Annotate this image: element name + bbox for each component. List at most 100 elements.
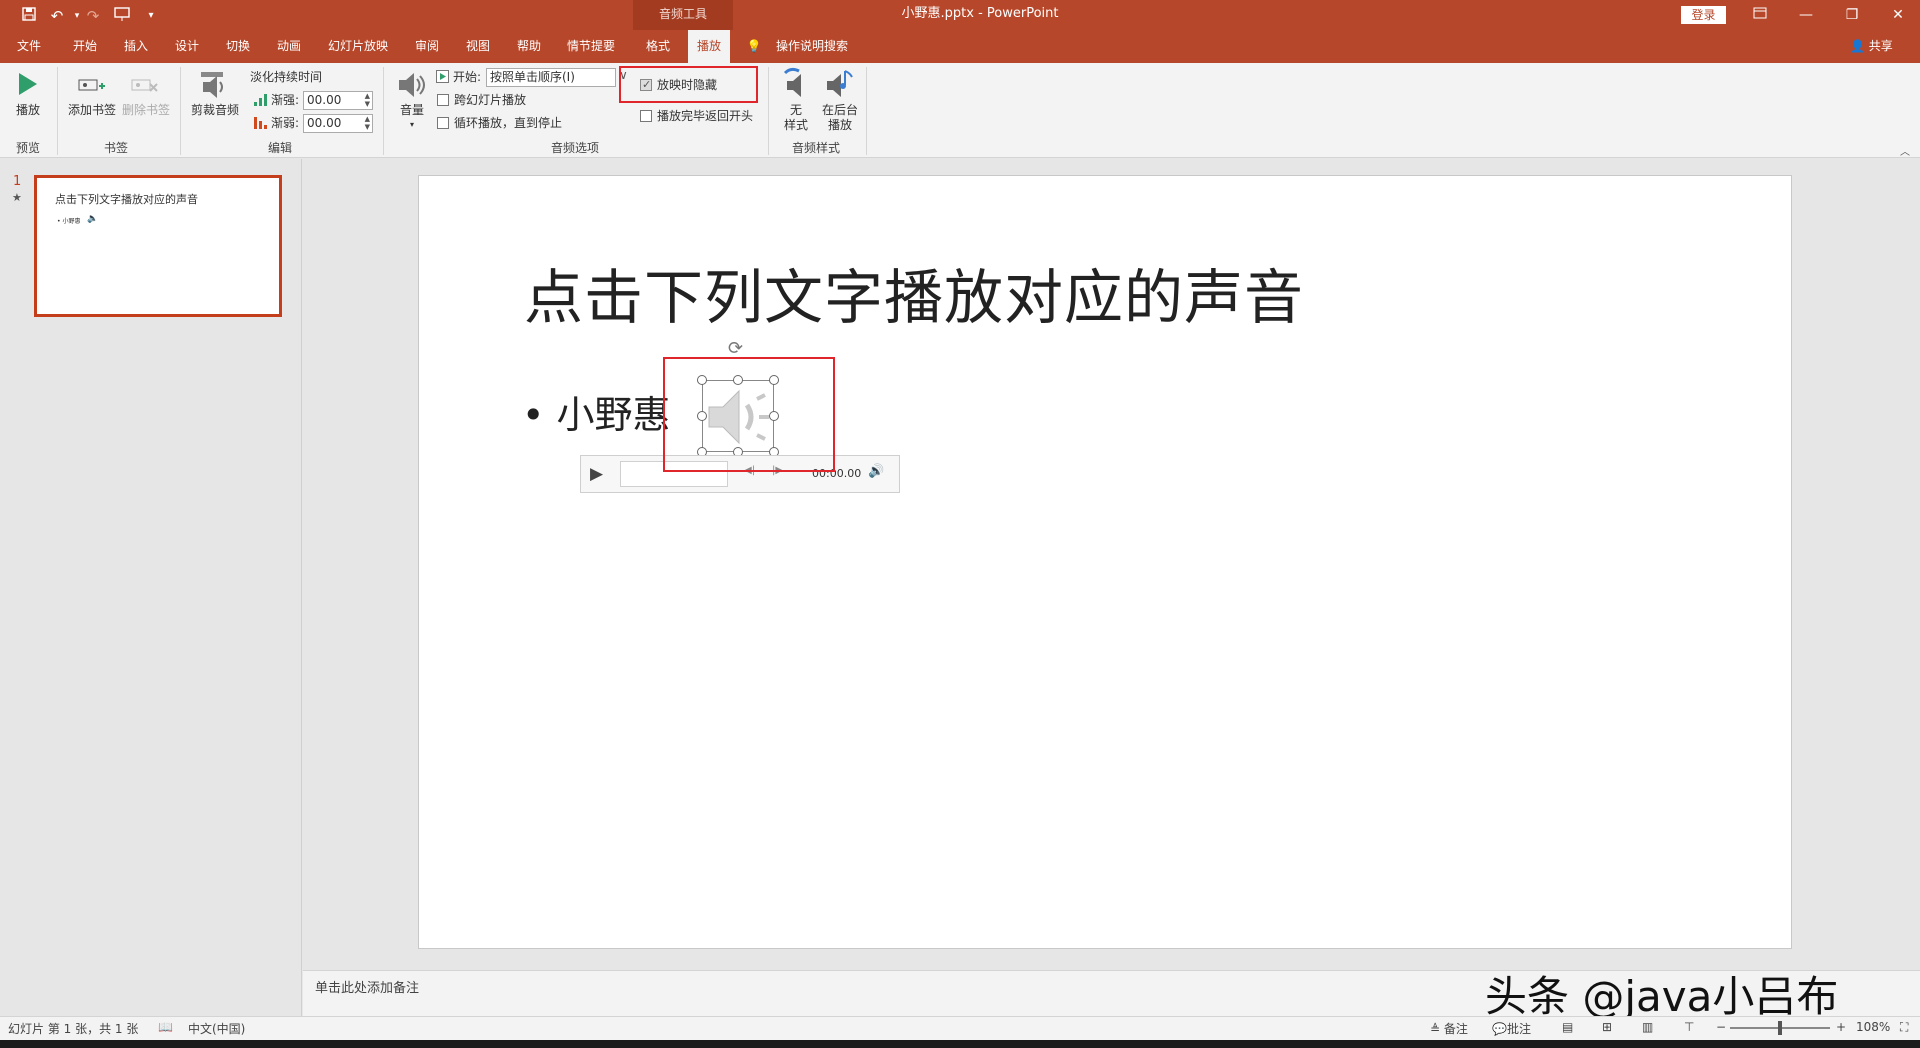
restore-icon[interactable]: ❐ — [1829, 0, 1875, 30]
person-icon: 👤 — [1850, 39, 1865, 53]
notes-toggle[interactable]: ≜ 备注 — [1430, 1020, 1468, 1037]
add-bookmark-icon[interactable] — [77, 74, 107, 101]
document-title: 小野惠.pptx - PowerPoint — [901, 6, 1059, 21]
notes-toggle-label: 备注 — [1443, 1022, 1468, 1036]
thumbnail-bullet: • 小野惠 — [57, 218, 81, 225]
group-label-audio-styles: 音频样式 — [791, 141, 840, 155]
play-preview-button[interactable]: 播放 — [10, 103, 46, 118]
ribbon-display-options-icon[interactable] — [1737, 0, 1783, 30]
lightbulb-icon: 💡 — [746, 39, 762, 53]
fade-in-input[interactable]: 00.00 ▲ ▼ — [303, 91, 373, 110]
slide-info: 幻灯片 第 1 张，共 1 张 — [8, 1022, 139, 1036]
remove-bookmark-button: 删除书签 — [121, 103, 170, 117]
login-button[interactable]: 登录 — [1681, 6, 1726, 24]
group-label-audio-options: 音频选项 — [550, 141, 599, 155]
volume-button[interactable]: 音量 — [394, 103, 430, 118]
volume-dropdown-icon[interactable]: ▾ — [406, 117, 418, 132]
language-indicator[interactable]: 中文(中国) — [188, 1020, 245, 1037]
rotate-handle-icon[interactable]: ⟳ — [728, 338, 743, 359]
tab-playback[interactable]: 播放 — [688, 30, 730, 63]
fade-duration-title: 淡化持续时间 — [250, 70, 323, 84]
tab-view[interactable]: 视图 — [457, 30, 499, 63]
play-in-background-line1[interactable]: 在后台 — [816, 103, 864, 118]
rewind-after-playing-checkbox[interactable] — [640, 110, 652, 122]
tab-format[interactable]: 格式 — [637, 30, 679, 63]
hide-during-show-checkbox[interactable] — [640, 79, 652, 91]
tab-insert[interactable]: 插入 — [115, 30, 157, 63]
play-preview-icon[interactable] — [16, 72, 38, 99]
redo-icon: ↷ — [86, 7, 100, 25]
rewind-after-playing-label: 播放完毕返回开头 — [657, 109, 754, 123]
reading-view-icon[interactable]: ▥ — [1642, 1020, 1653, 1034]
group-label-preview: 预览 — [15, 141, 40, 155]
play-across-slides-checkbox[interactable] — [437, 94, 449, 106]
close-icon[interactable]: ✕ — [1875, 0, 1920, 30]
slide-sorter-icon[interactable]: ⊞ — [1602, 1020, 1612, 1034]
zoom-in-icon[interactable]: + — [1836, 1020, 1846, 1034]
slideshow-view-icon[interactable]: ⊤ — [1684, 1020, 1694, 1034]
start-dropdown[interactable]: 按照单击顺序(I) — [486, 68, 616, 87]
remove-bookmark-icon — [130, 74, 160, 101]
animation-star-icon: ★ — [12, 191, 22, 204]
customize-quick-access-icon[interactable]: ▾ — [140, 6, 162, 26]
tell-me-search[interactable]: 操作说明搜索 — [772, 30, 852, 63]
zoom-level[interactable]: 108% — [1856, 1020, 1890, 1034]
zoom-out-icon[interactable]: − — [1716, 1020, 1726, 1034]
undo-icon[interactable]: ↶ — [46, 6, 68, 26]
notes-placeholder[interactable]: 单击此处添加备注 — [315, 977, 419, 996]
present-icon[interactable] — [111, 6, 133, 26]
zoom-slider-thumb[interactable] — [1778, 1021, 1782, 1035]
share-button[interactable]: 👤 共享 — [1850, 30, 1893, 63]
no-style-line1[interactable]: 无 — [778, 103, 814, 118]
normal-view-icon[interactable]: ▤ — [1562, 1020, 1573, 1034]
spinner-arrows-icon[interactable]: ▲ ▼ — [365, 115, 370, 131]
tab-review[interactable]: 审阅 — [406, 30, 448, 63]
volume-icon[interactable] — [396, 70, 426, 103]
fade-in-icon — [254, 93, 267, 109]
start-label: 开始: — [453, 70, 482, 84]
share-label: 共享 — [1868, 39, 1893, 53]
fade-out-input[interactable]: 00.00 ▲ ▼ — [303, 114, 373, 133]
tab-storyboard[interactable]: 情节提要 — [560, 30, 622, 63]
fit-to-window-icon[interactable]: ⛶ — [1900, 1020, 1908, 1035]
no-style-line2[interactable]: 样式 — [778, 118, 814, 133]
group-separator — [57, 67, 58, 155]
minimize-icon[interactable]: — — [1783, 0, 1829, 30]
add-bookmark-button[interactable]: 添加书签 — [66, 103, 118, 118]
player-volume-icon[interactable]: 🔊 — [868, 464, 884, 479]
group-separator — [866, 67, 867, 155]
fade-in-value: 00.00 — [307, 93, 342, 107]
thumbnail-title: 点击下列文字播放对应的声音 — [55, 193, 198, 206]
fade-out-icon — [254, 116, 267, 132]
no-style-icon[interactable] — [781, 67, 811, 102]
trim-audio-icon[interactable] — [197, 70, 227, 103]
comment-icon: 💬 — [1492, 1022, 1507, 1036]
tab-transitions[interactable]: 切换 — [217, 30, 259, 63]
tab-animations[interactable]: 动画 — [268, 30, 310, 63]
play-in-background-line2[interactable]: 播放 — [816, 118, 864, 133]
watermark: 头条 @java小吕布 — [1485, 972, 1839, 1021]
slide-bullet[interactable]: • 小野惠 — [522, 384, 671, 439]
start-icon — [436, 70, 449, 86]
trim-audio-button[interactable]: 剪裁音频 — [188, 103, 242, 118]
slide-title[interactable]: 点击下列文字播放对应的声音 — [524, 250, 1304, 335]
spinner-arrows-icon[interactable]: ▲ ▼ — [365, 92, 370, 108]
fade-in-label: 渐强: — [271, 93, 300, 107]
notes-icon: ≜ — [1430, 1022, 1441, 1036]
play-in-background-icon[interactable] — [825, 67, 855, 102]
spellcheck-icon[interactable]: 📖 — [158, 1020, 173, 1034]
collapse-ribbon-icon[interactable]: ︿ — [1900, 143, 1910, 158]
play-across-slides-label: 跨幻灯片播放 — [454, 93, 527, 107]
tab-help[interactable]: 帮助 — [508, 30, 550, 63]
save-icon[interactable] — [18, 6, 40, 26]
loop-checkbox[interactable] — [437, 117, 449, 129]
tab-design[interactable]: 设计 — [166, 30, 208, 63]
tab-file[interactable]: 文件 — [8, 30, 50, 63]
comments-toggle[interactable]: 💬批注 — [1492, 1020, 1531, 1037]
group-label-editing: 编辑 — [267, 141, 292, 155]
hide-during-show-label: 放映时隐藏 — [657, 78, 718, 92]
player-play-icon[interactable]: ▶ — [590, 464, 603, 484]
thumbnail-number: 1 — [13, 174, 22, 189]
tab-home[interactable]: 开始 — [64, 30, 106, 63]
tab-slideshow[interactable]: 幻灯片放映 — [320, 30, 396, 63]
